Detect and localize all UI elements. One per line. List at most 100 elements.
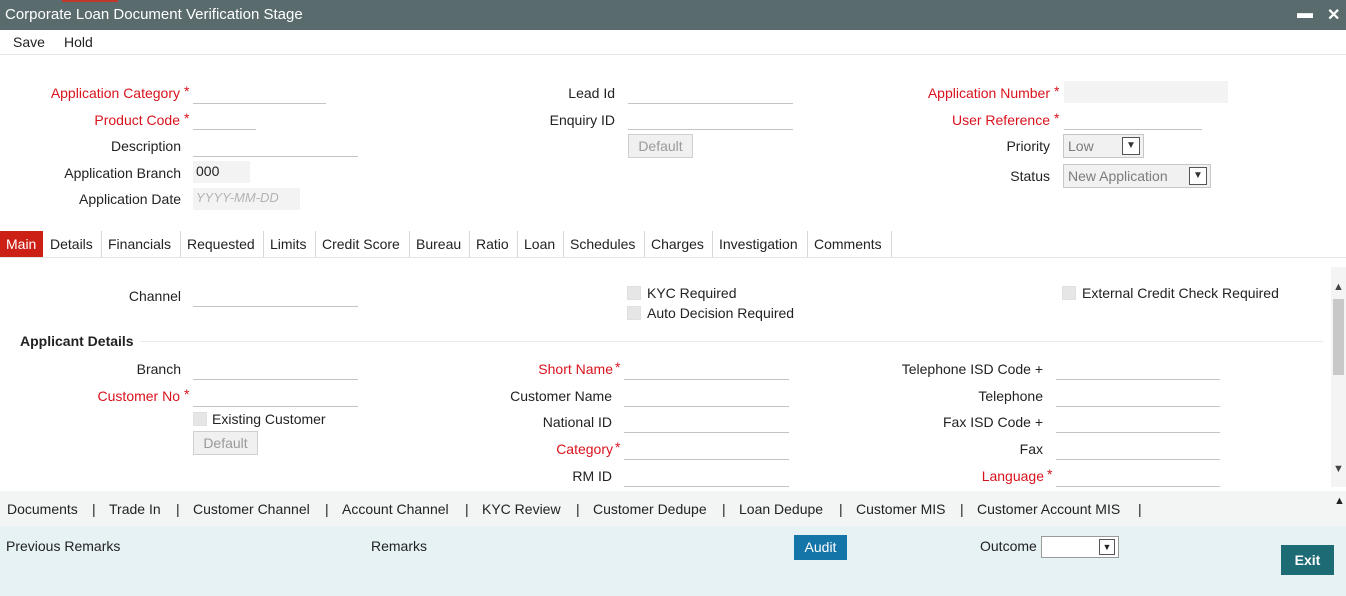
short-name-label: Short Name — [538, 361, 613, 377]
main-scrollbar[interactable]: ▲ ▼ — [1331, 267, 1346, 487]
branch-field[interactable] — [193, 358, 358, 380]
application-date-label: Application Date — [79, 191, 181, 207]
applicant-default-button[interactable]: Default — [193, 431, 258, 455]
remarks-label[interactable]: Remarks — [371, 538, 427, 554]
scroll-up-icon[interactable]: ▲ — [1332, 281, 1345, 293]
link-customer-account-mis[interactable]: Customer Account MIS — [977, 501, 1120, 517]
chevron-down-icon[interactable]: ▼ — [1122, 137, 1140, 155]
language-field[interactable] — [1056, 465, 1220, 487]
description-field[interactable] — [193, 135, 358, 157]
existing-customer-checkbox[interactable] — [193, 412, 207, 426]
tab-bar: Main Details Financials Requested Limits… — [0, 231, 1346, 258]
previous-remarks-label[interactable]: Previous Remarks — [6, 538, 120, 554]
exit-button[interactable]: Exit — [1281, 545, 1334, 575]
telephone-isd-field[interactable] — [1056, 358, 1220, 380]
hold-menu-item[interactable]: Hold — [64, 34, 93, 50]
customer-no-field[interactable] — [193, 385, 358, 407]
language-label: Language — [981, 468, 1044, 484]
menu-bar: Save Hold — [0, 30, 1346, 55]
link-kyc-review[interactable]: KYC Review — [482, 501, 561, 517]
product-code-label: Product Code — [94, 112, 180, 128]
tab-comments[interactable]: Comments — [808, 231, 892, 257]
header-default-button[interactable]: Default — [628, 134, 693, 158]
tab-investigation[interactable]: Investigation — [713, 231, 808, 257]
chevron-down-icon[interactable]: ▼ — [1099, 539, 1115, 555]
priority-select[interactable]: Low ▼ — [1063, 134, 1144, 158]
lead-id-field[interactable] — [628, 82, 793, 104]
collapse-icon[interactable]: ▲ — [1334, 495, 1345, 507]
window-title-bar: Corporate Loan Document Verification Sta… — [0, 0, 1346, 30]
link-loan-dedupe[interactable]: Loan Dedupe — [739, 501, 823, 517]
telephone-label: Telephone — [978, 388, 1043, 404]
link-separator: | — [92, 501, 96, 517]
link-separator: | — [325, 501, 329, 517]
link-documents[interactable]: Documents — [7, 501, 78, 517]
kyc-required-label: KYC Required — [647, 285, 737, 301]
link-customer-channel[interactable]: Customer Channel — [193, 501, 310, 517]
telephone-isd-label: Telephone ISD Code + — [901, 361, 1043, 377]
tab-schedules[interactable]: Schedules — [564, 231, 645, 257]
kyc-required-checkbox[interactable] — [627, 286, 641, 300]
save-menu-item[interactable]: Save — [13, 34, 45, 50]
application-category-label: Application Category — [50, 85, 180, 101]
category-label: Category — [556, 441, 613, 457]
priority-value: Low — [1068, 138, 1094, 154]
user-reference-label: User Reference — [951, 112, 1050, 128]
required-marker: * — [184, 386, 190, 402]
required-marker: * — [615, 359, 621, 375]
link-separator: | — [176, 501, 180, 517]
status-label: Status — [1010, 168, 1050, 184]
product-code-field[interactable] — [193, 108, 256, 130]
national-id-field[interactable] — [624, 411, 789, 433]
priority-label: Priority — [1006, 138, 1050, 154]
link-trade-in[interactable]: Trade In — [109, 501, 161, 517]
status-select[interactable]: New Application ▼ — [1063, 164, 1211, 188]
tab-limits[interactable]: Limits — [264, 231, 316, 257]
user-reference-field[interactable] — [1064, 108, 1202, 130]
external-credit-check-checkbox[interactable] — [1062, 286, 1076, 300]
scroll-down-icon[interactable]: ▼ — [1332, 463, 1345, 475]
tab-main[interactable]: Main — [0, 231, 43, 257]
link-customer-dedupe[interactable]: Customer Dedupe — [593, 501, 707, 517]
outcome-select[interactable]: ▼ — [1041, 536, 1119, 558]
title-accent-line — [62, 0, 118, 2]
audit-button[interactable]: Audit — [794, 535, 847, 560]
application-number-field — [1064, 81, 1228, 103]
tab-bureau[interactable]: Bureau — [410, 231, 470, 257]
application-branch-label: Application Branch — [64, 165, 181, 181]
tab-loan[interactable]: Loan — [518, 231, 564, 257]
fax-isd-field[interactable] — [1056, 411, 1220, 433]
link-customer-mis[interactable]: Customer MIS — [856, 501, 945, 517]
required-marker: * — [1047, 466, 1053, 482]
chevron-down-icon[interactable]: ▼ — [1189, 167, 1207, 185]
enquiry-id-label: Enquiry ID — [549, 112, 615, 128]
category-field[interactable] — [624, 438, 789, 460]
close-icon[interactable]: ✕ — [1327, 5, 1340, 25]
customer-name-field[interactable] — [624, 385, 789, 407]
fax-field[interactable] — [1056, 438, 1220, 460]
auto-decision-checkbox[interactable] — [627, 306, 641, 320]
existing-customer-label: Existing Customer — [212, 411, 326, 427]
tab-details[interactable]: Details — [44, 231, 102, 257]
application-date-field[interactable]: YYYY-MM-DD — [193, 188, 300, 210]
enquiry-id-field[interactable] — [628, 108, 793, 130]
link-separator: | — [839, 501, 843, 517]
channel-field[interactable] — [193, 285, 358, 307]
national-id-label: National ID — [542, 414, 612, 430]
minimize-icon[interactable]: ▬ — [1297, 5, 1313, 23]
fax-label: Fax — [1019, 441, 1043, 457]
rm-id-label: RM ID — [572, 468, 612, 484]
tab-financials[interactable]: Financials — [102, 231, 181, 257]
short-name-field[interactable] — [624, 358, 789, 380]
telephone-field[interactable] — [1056, 385, 1220, 407]
scrollbar-thumb[interactable] — [1333, 299, 1344, 375]
tab-charges[interactable]: Charges — [645, 231, 713, 257]
description-label: Description — [110, 138, 181, 154]
tab-ratio[interactable]: Ratio — [470, 231, 518, 257]
channel-label: Channel — [128, 288, 181, 304]
link-account-channel[interactable]: Account Channel — [342, 501, 449, 517]
tab-credit-score[interactable]: Credit Score — [316, 231, 410, 257]
application-category-field[interactable] — [193, 82, 326, 104]
rm-id-field[interactable] — [624, 465, 789, 487]
tab-requested[interactable]: Requested — [181, 231, 264, 257]
